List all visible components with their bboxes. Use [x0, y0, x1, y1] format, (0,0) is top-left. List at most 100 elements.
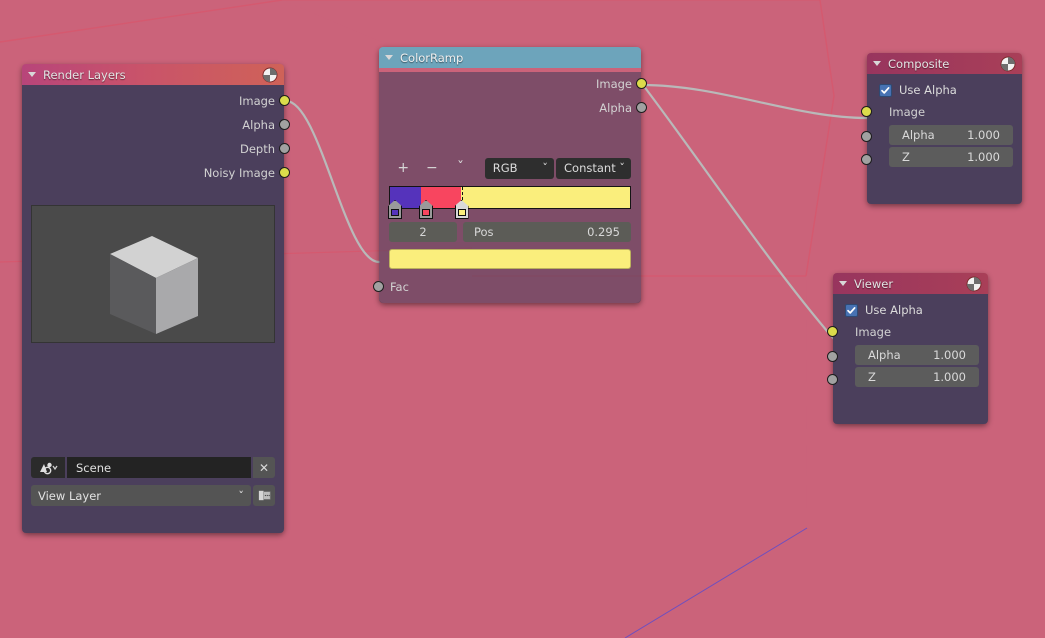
triangle-down-icon[interactable]: [385, 55, 393, 60]
socket-fac-in[interactable]: [373, 281, 384, 292]
composite-header[interactable]: Composite: [867, 53, 1022, 74]
clear-scene-button[interactable]: ✕: [253, 457, 275, 478]
socket-alpha-out[interactable]: [279, 119, 290, 130]
socket-depth-out[interactable]: [279, 143, 290, 154]
colorramp-body: Image Alpha + − ˇ RGB ˇ Constant ˇ 2 Pos…: [373, 72, 647, 303]
scene-icon[interactable]: [31, 457, 65, 478]
triangle-down-icon[interactable]: [873, 61, 881, 66]
socket-label: Depth: [239, 142, 275, 156]
use-alpha-checkbox[interactable]: Use Alpha: [867, 79, 1022, 101]
composite-body: Use Alpha Image Alpha 1.000 Z 1.000: [861, 74, 1022, 204]
field-value: 1.000: [967, 128, 1000, 142]
field-value: 1.000: [933, 348, 966, 362]
socket-label: Alpha: [242, 118, 275, 132]
socket-image-out[interactable]: [636, 78, 647, 89]
remove-stop-button[interactable]: −: [418, 157, 447, 179]
z-value-field[interactable]: Z 1.000: [855, 367, 979, 387]
viewer-header[interactable]: Viewer: [833, 273, 988, 294]
render-layers-body: Image Alpha Depth Noisy Image Scene ✕ Vi…: [22, 85, 290, 533]
chevron-down-icon: ˇ: [238, 488, 244, 503]
compositor-node-icon: [966, 276, 982, 292]
socket-alpha-in[interactable]: [827, 351, 838, 362]
use-alpha-label: Use Alpha: [865, 303, 923, 317]
field-label: Alpha: [868, 348, 901, 362]
node-editor-canvas[interactable]: Render Layers Image Alpha Depth Noisy Im…: [0, 0, 1045, 638]
active-stop-index[interactable]: 2: [389, 222, 457, 242]
output-socket-row[interactable]: Depth: [22, 137, 290, 161]
ramp-segment: [460, 187, 630, 208]
color-mode-value: RGB: [492, 161, 518, 175]
ramp-menu-button[interactable]: ˇ: [446, 157, 475, 179]
checkbox-checked-icon[interactable]: [879, 83, 892, 97]
node-render-layers[interactable]: Render Layers Image Alpha Depth Noisy Im…: [22, 64, 290, 533]
ramp-stop-1[interactable]: [419, 200, 433, 219]
field-label: Z: [902, 150, 910, 164]
view-layer-dropdown[interactable]: View Layer ˇ: [31, 485, 251, 506]
scene-name-field[interactable]: Scene: [67, 457, 251, 478]
node-title: Viewer: [854, 276, 894, 291]
scene-selector[interactable]: Scene ✕: [31, 457, 275, 478]
render-preview: [31, 205, 275, 343]
triangle-down-icon[interactable]: [839, 281, 847, 286]
active-stop-position[interactable]: Pos 0.295: [463, 222, 631, 242]
field-value: 1.000: [967, 150, 1000, 164]
new-layer-icon[interactable]: [253, 485, 275, 506]
view-layer-value: View Layer: [38, 488, 102, 503]
alpha-value-field[interactable]: Alpha 1.000: [889, 125, 1013, 145]
viewer-body: Use Alpha Image Alpha 1.000 Z 1.000: [827, 294, 988, 424]
socket-alpha-out[interactable]: [636, 102, 647, 113]
chevron-down-icon: ˇ: [619, 161, 625, 175]
input-label-image: Image: [889, 105, 926, 119]
socket-label: Fac: [390, 280, 409, 294]
socket-z-in[interactable]: [827, 374, 838, 385]
colorramp-controls[interactable]: + − ˇ RGB ˇ Constant ˇ: [389, 157, 631, 179]
color-ramp-widget[interactable]: [388, 186, 631, 219]
socket-noisy-image-out[interactable]: [279, 167, 290, 178]
field-value: 1.000: [933, 370, 966, 384]
node-title: Composite: [888, 56, 950, 71]
socket-image-out[interactable]: [279, 95, 290, 106]
pos-value: 0.295: [587, 225, 620, 239]
socket-image-in[interactable]: [861, 106, 872, 117]
chevron-down-icon: ˇ: [542, 161, 548, 175]
field-label: Z: [868, 370, 876, 384]
socket-label: Image: [238, 94, 275, 108]
input-label-image: Image: [855, 325, 892, 339]
socket-alpha-in[interactable]: [861, 131, 872, 142]
output-socket-row[interactable]: Image: [379, 72, 647, 96]
node-composite[interactable]: Composite Use Alpha Image Alpha 1.000 Z …: [861, 53, 1022, 204]
output-socket-row[interactable]: Image: [22, 89, 290, 113]
view-layer-selector[interactable]: View Layer ˇ: [31, 485, 275, 506]
socket-label: Noisy Image: [203, 166, 275, 180]
alpha-value-field[interactable]: Alpha 1.000: [855, 345, 979, 365]
field-label: Alpha: [902, 128, 935, 142]
checkbox-checked-icon[interactable]: [845, 303, 858, 317]
node-title: ColorRamp: [400, 50, 464, 65]
compositor-node-icon: [1000, 56, 1016, 72]
socket-z-in[interactable]: [861, 154, 872, 165]
output-socket-row[interactable]: Alpha: [379, 96, 647, 120]
interpolation-dropdown[interactable]: Constant ˇ: [556, 157, 631, 179]
triangle-down-icon[interactable]: [28, 72, 36, 77]
ramp-stop-0[interactable]: [388, 200, 402, 219]
node-colorramp[interactable]: ColorRamp Image Alpha + − ˇ RGB ˇ Consta…: [373, 47, 647, 303]
color-mode-dropdown[interactable]: RGB ˇ: [484, 157, 554, 179]
z-value-field[interactable]: Z 1.000: [889, 147, 1013, 167]
render-layers-header[interactable]: Render Layers: [22, 64, 284, 85]
output-socket-row[interactable]: Alpha: [22, 113, 290, 137]
socket-label: Alpha: [599, 101, 632, 115]
active-stop-color-swatch[interactable]: [389, 249, 631, 269]
ramp-stop-2[interactable]: [454, 200, 469, 219]
colorramp-header[interactable]: ColorRamp: [379, 47, 641, 68]
output-socket-row[interactable]: Noisy Image: [22, 161, 290, 185]
compositor-node-icon: [262, 67, 278, 83]
pos-label: Pos: [474, 225, 494, 239]
add-stop-button[interactable]: +: [389, 157, 418, 179]
use-alpha-checkbox[interactable]: Use Alpha: [833, 299, 988, 321]
use-alpha-label: Use Alpha: [899, 83, 957, 97]
node-viewer[interactable]: Viewer Use Alpha Image Alpha 1.000 Z 1.0…: [827, 273, 988, 424]
socket-image-in[interactable]: [827, 326, 838, 337]
interpolation-value: Constant: [564, 161, 616, 175]
input-socket-row[interactable]: Fac: [373, 275, 641, 299]
node-title: Render Layers: [43, 67, 126, 82]
